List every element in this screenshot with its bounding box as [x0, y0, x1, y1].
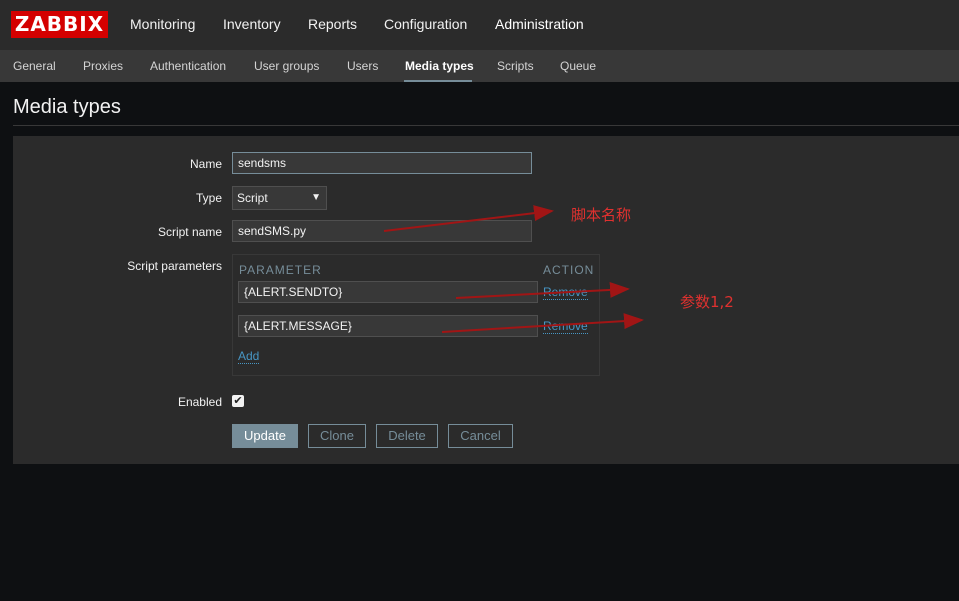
- params-annotation: 参数1,2: [680, 293, 734, 311]
- page-title: Media types: [13, 96, 121, 118]
- parameter-column-header: PARAMETER: [239, 263, 322, 277]
- subnav-proxies[interactable]: Proxies: [83, 59, 123, 73]
- menu-configuration[interactable]: Configuration: [384, 16, 467, 32]
- enabled-checkbox[interactable]: ✔: [232, 395, 244, 407]
- update-button[interactable]: Update: [232, 424, 298, 448]
- subnav-users[interactable]: Users: [347, 59, 378, 73]
- subnav-scripts[interactable]: Scripts: [497, 59, 534, 73]
- menu-monitoring[interactable]: Monitoring: [130, 16, 195, 32]
- type-select-value: Script: [237, 191, 268, 205]
- add-parameter-link[interactable]: Add: [238, 350, 260, 364]
- subnav-queue[interactable]: Queue: [560, 59, 596, 73]
- clone-button[interactable]: Clone: [308, 424, 366, 448]
- remove-parameter-1-link[interactable]: Remove: [543, 286, 588, 300]
- cancel-button[interactable]: Cancel: [448, 424, 513, 448]
- zabbix-logo[interactable]: ZABBIX: [11, 11, 108, 38]
- dropdown-arrow-icon: ▼: [311, 192, 321, 203]
- subnav-user-groups[interactable]: User groups: [254, 59, 319, 73]
- type-label: Type: [195, 191, 222, 205]
- name-label: Name: [189, 157, 222, 171]
- title-divider: [13, 125, 959, 126]
- script-name-input[interactable]: sendSMS.py: [232, 220, 532, 242]
- parameter-input-2[interactable]: {ALERT.MESSAGE}: [238, 315, 538, 337]
- subnav-general[interactable]: General: [13, 59, 56, 73]
- name-input[interactable]: sendsms: [232, 152, 532, 174]
- active-tab-underline: [404, 80, 472, 82]
- script-parameters-label: Script parameters: [127, 259, 222, 273]
- action-column-header: ACTION: [543, 263, 595, 277]
- remove-parameter-2-link[interactable]: Remove: [543, 320, 588, 334]
- subnav-media-types[interactable]: Media types: [405, 59, 474, 73]
- subnav-authentication[interactable]: Authentication: [150, 59, 226, 73]
- parameter-input-1[interactable]: {ALERT.SENDTO}: [238, 281, 538, 303]
- sub-navigation-bar: General Proxies Authentication User grou…: [0, 50, 959, 82]
- top-navigation-bar: ZABBIX Monitoring Inventory Reports Conf…: [0, 0, 959, 50]
- menu-reports[interactable]: Reports: [308, 16, 357, 32]
- script-name-annotation: 脚本名称: [571, 206, 632, 224]
- type-select[interactable]: Script ▼: [232, 186, 327, 210]
- menu-inventory[interactable]: Inventory: [223, 16, 281, 32]
- script-name-label: Script name: [157, 225, 222, 239]
- menu-administration[interactable]: Administration: [495, 16, 584, 32]
- enabled-label: Enabled: [177, 395, 222, 409]
- delete-button[interactable]: Delete: [376, 424, 438, 448]
